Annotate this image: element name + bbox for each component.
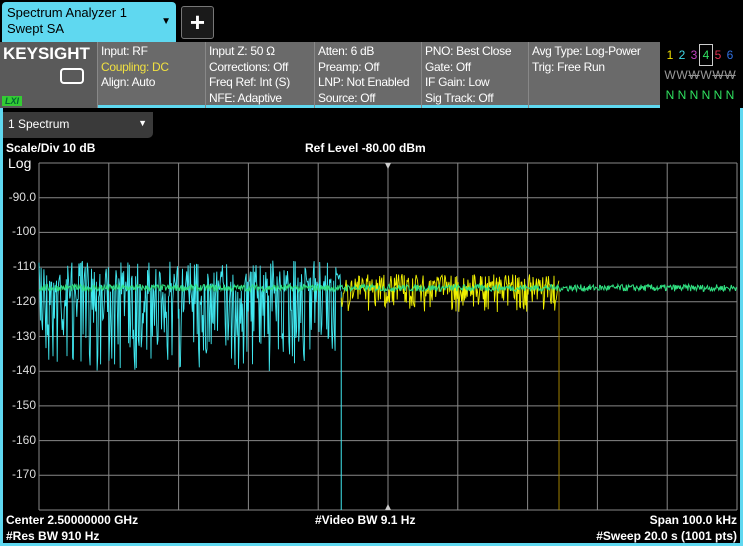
trace-trace-1 bbox=[340, 273, 560, 313]
trace-trace-2 bbox=[38, 260, 342, 372]
res-bw[interactable]: #Res BW 910 Hz bbox=[6, 529, 99, 543]
center-marker-icon bbox=[385, 163, 391, 169]
video-bw[interactable]: #Video BW 9.1 Hz bbox=[315, 513, 415, 527]
sweep[interactable]: #Sweep 20.0 s (1001 pts) bbox=[596, 529, 737, 543]
center-marker-icon bbox=[385, 504, 391, 510]
span[interactable]: Span 100.0 kHz bbox=[650, 513, 737, 527]
spectrum-plot[interactable] bbox=[0, 0, 743, 546]
center-freq[interactable]: Center 2.50000000 GHz bbox=[6, 513, 138, 527]
